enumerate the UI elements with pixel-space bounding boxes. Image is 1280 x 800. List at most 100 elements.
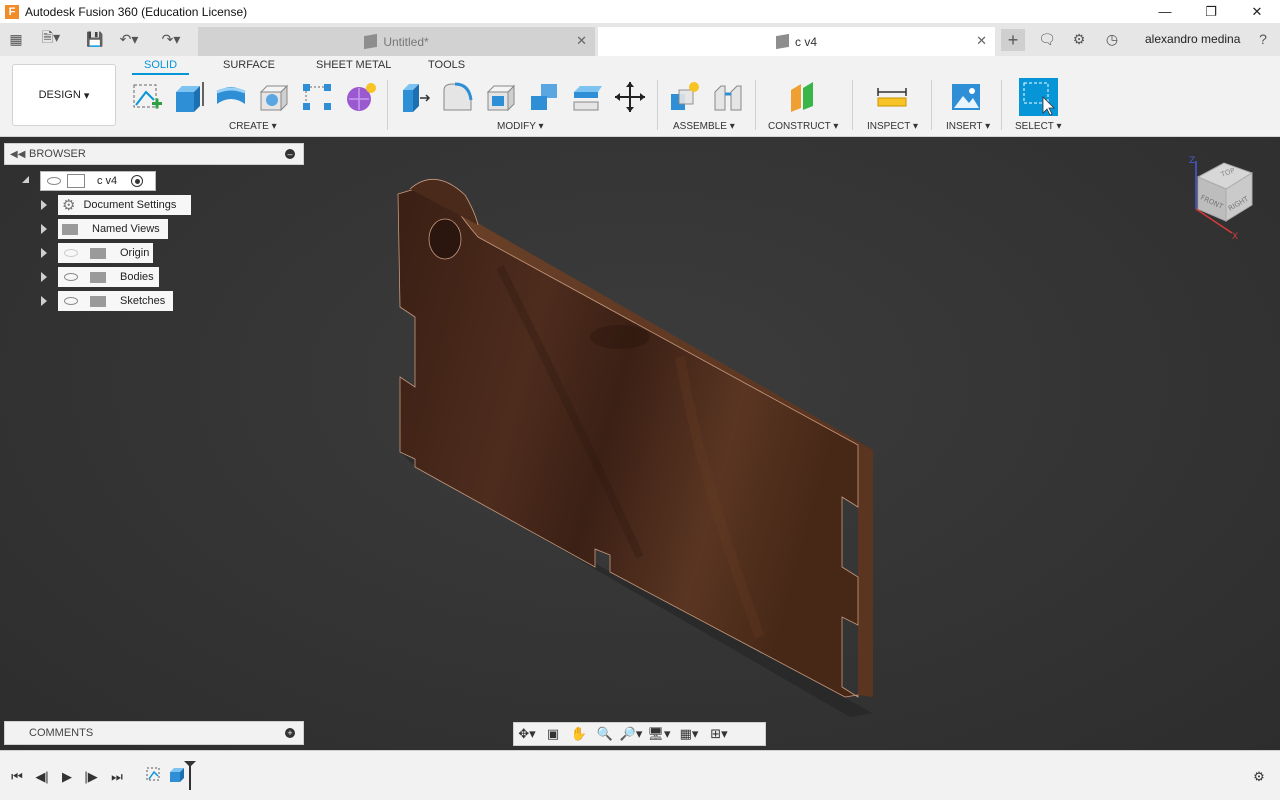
expand-arrow-icon[interactable] [41, 296, 47, 306]
browser-item-named-views[interactable]: Named Views [58, 219, 168, 239]
construct-menu[interactable]: CONSTRUCT ▾ [768, 121, 838, 132]
display-settings-icon[interactable]: 🖥▾ [644, 726, 674, 742]
window-title: Autodesk Fusion 360 (Education License) [25, 4, 248, 19]
collapse-panel-icon[interactable]: ◀◀ [10, 149, 25, 160]
step-forward-icon[interactable]: |▶ [82, 768, 100, 786]
redo-icon[interactable]: ↷▾ [160, 29, 182, 49]
new-component-icon[interactable] [667, 80, 701, 114]
create-sketch-icon[interactable] [130, 80, 164, 114]
zoom-icon[interactable]: 🔍 [592, 726, 618, 742]
browser-item-sketches[interactable]: Sketches [58, 291, 173, 311]
tab-sheet-metal[interactable]: SHEET METAL [316, 59, 391, 71]
tab-label: c v4 [794, 34, 817, 49]
tab-c-v4[interactable]: c v4 ✕ [598, 27, 995, 56]
insert-menu[interactable]: INSERT ▾ [946, 121, 990, 132]
offset-plane-icon[interactable] [787, 80, 821, 114]
hole-icon[interactable] [257, 80, 291, 114]
separator [657, 80, 658, 130]
move-copy-icon[interactable] [613, 80, 647, 114]
offset-face-icon[interactable] [570, 80, 604, 114]
tab-solid[interactable]: SOLID [132, 59, 190, 75]
timeline-sketch-feature-icon[interactable] [145, 766, 163, 784]
select-menu[interactable]: SELECT ▾ [1015, 121, 1062, 132]
component-icon [775, 33, 789, 50]
press-pull-icon[interactable] [399, 80, 433, 114]
pattern-icon[interactable] [300, 80, 334, 114]
close-icon[interactable]: ✕ [976, 33, 987, 49]
workspace-switcher[interactable]: DESIGN ▾ [12, 64, 116, 126]
hidden-eye-icon[interactable] [64, 249, 78, 257]
user-account[interactable]: alexandro medina [1145, 32, 1240, 46]
restore-button[interactable]: ❐ [1188, 0, 1234, 23]
visibility-eye-icon[interactable] [47, 177, 61, 185]
extrude-icon[interactable] [172, 80, 206, 114]
expand-arrow-icon[interactable] [41, 200, 47, 210]
browser-item-bodies[interactable]: Bodies [58, 267, 159, 287]
browser-title: BROWSER [29, 148, 86, 160]
revolve-icon[interactable] [214, 80, 248, 114]
close-button[interactable]: ✕ [1234, 0, 1280, 23]
insert-image-icon[interactable] [949, 80, 983, 114]
go-to-end-icon[interactable]: ⏭ [108, 768, 126, 786]
joint-icon[interactable] [711, 80, 745, 114]
tab-tools[interactable]: TOOLS [428, 59, 465, 71]
viewports-icon[interactable]: ⊞▾ [704, 726, 734, 742]
assemble-menu[interactable]: ASSEMBLE ▾ [673, 121, 735, 132]
minimize-button[interactable]: — [1142, 0, 1188, 23]
tree-collapse-icon[interactable] [22, 176, 29, 183]
add-comment-icon[interactable]: + [285, 728, 295, 738]
play-icon[interactable]: ▶ [58, 768, 76, 786]
expand-arrow-icon[interactable] [41, 248, 47, 258]
select-tool-icon[interactable] [1019, 78, 1058, 116]
pan-hand-icon[interactable]: ✋ [566, 726, 592, 742]
timeline-marker[interactable] [184, 761, 196, 791]
fit-icon[interactable]: 🔎▾ [618, 726, 644, 742]
create-form-icon[interactable] [344, 80, 378, 114]
minimize-panel-icon[interactable]: – [285, 149, 295, 159]
job-status-icon[interactable]: ◷ [1101, 29, 1123, 49]
shell-icon[interactable] [484, 80, 518, 114]
gear-icon: ⚙ [62, 197, 76, 214]
expand-arrow-icon[interactable] [41, 272, 47, 282]
close-icon[interactable]: ✕ [576, 33, 587, 49]
folder-icon [90, 271, 106, 283]
document-tab-bar: ▦ 🗎▾ 💾 ↶▾ ↷▾ Untitled* ✕ c v4 ✕ + 🗨 ⚙ ◷ … [0, 23, 1280, 56]
timeline-settings-gear-icon[interactable]: ⚙ [1250, 768, 1268, 786]
help-icon[interactable]: ? [1252, 29, 1274, 49]
measure-icon[interactable] [875, 80, 909, 114]
tab-surface[interactable]: SURFACE [223, 59, 275, 71]
combine-icon[interactable] [527, 80, 561, 114]
visibility-eye-icon[interactable] [64, 273, 78, 281]
go-to-start-icon[interactable]: ⏮ [8, 768, 26, 786]
browser-root-item[interactable]: c v4 [40, 171, 156, 191]
modify-menu[interactable]: MODIFY ▾ [497, 121, 544, 132]
browser-panel-header: ◀◀ BROWSER – [4, 143, 304, 165]
browser-item-document-settings[interactable]: ⚙ Document Settings [58, 195, 191, 215]
orbit-icon[interactable]: ✥▾ [514, 726, 540, 742]
activate-radio-icon[interactable] [131, 175, 144, 187]
create-menu[interactable]: CREATE ▾ [229, 121, 277, 132]
wood-panel-model[interactable] [380, 177, 900, 737]
3d-viewport[interactable]: TOP FRONT RIGHT Z X ◀◀ BROWSER – c v4 ⚙ … [0, 137, 1280, 750]
expand-arrow-icon[interactable] [41, 224, 47, 234]
undo-icon[interactable]: ↶▾ [118, 29, 140, 49]
axis-x-label: X [1232, 232, 1238, 241]
visibility-eye-icon[interactable] [64, 297, 78, 305]
viewcube[interactable]: TOP FRONT RIGHT Z X [1186, 155, 1260, 241]
notifications-icon[interactable]: 🗨 [1036, 29, 1058, 49]
comments-panel[interactable]: COMMENTS + [4, 721, 304, 745]
inspect-menu[interactable]: INSPECT ▾ [867, 121, 918, 132]
tab-untitled[interactable]: Untitled* ✕ [198, 27, 595, 56]
root-label: c v4 [97, 175, 118, 187]
extensions-icon[interactable]: ⚙ [1068, 29, 1090, 49]
look-at-icon[interactable]: ▣ [540, 726, 566, 742]
app-grid-icon[interactable]: ▦ [5, 29, 27, 49]
browser-item-origin[interactable]: Origin [58, 243, 153, 263]
new-tab-button[interactable]: + [1001, 29, 1025, 51]
save-icon[interactable]: 💾 [84, 29, 106, 49]
step-back-icon[interactable]: ◀| [33, 768, 51, 786]
fillet-icon[interactable] [441, 80, 475, 114]
grid-settings-icon[interactable]: ▦▾ [674, 726, 704, 742]
component-icon [364, 33, 378, 50]
file-menu-icon[interactable]: 🗎▾ [40, 29, 62, 49]
